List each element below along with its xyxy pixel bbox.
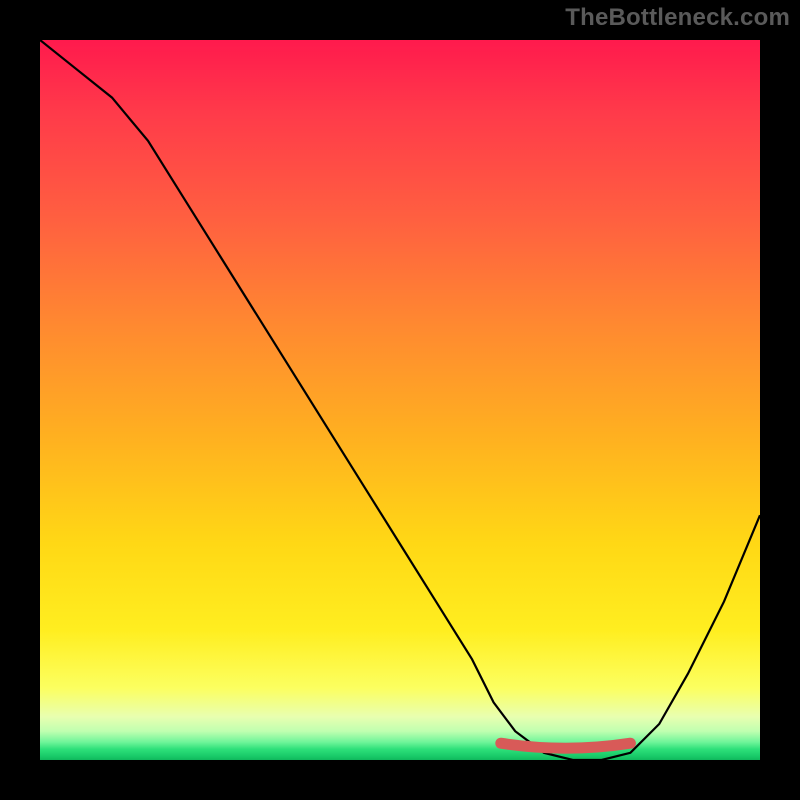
plot-area (40, 40, 760, 760)
optimal-band-marker (501, 743, 631, 748)
chart-svg (40, 40, 760, 760)
watermark-text: TheBottleneck.com (565, 4, 790, 32)
bottleneck-curve (40, 40, 760, 760)
chart-frame: TheBottleneck.com (0, 0, 800, 800)
